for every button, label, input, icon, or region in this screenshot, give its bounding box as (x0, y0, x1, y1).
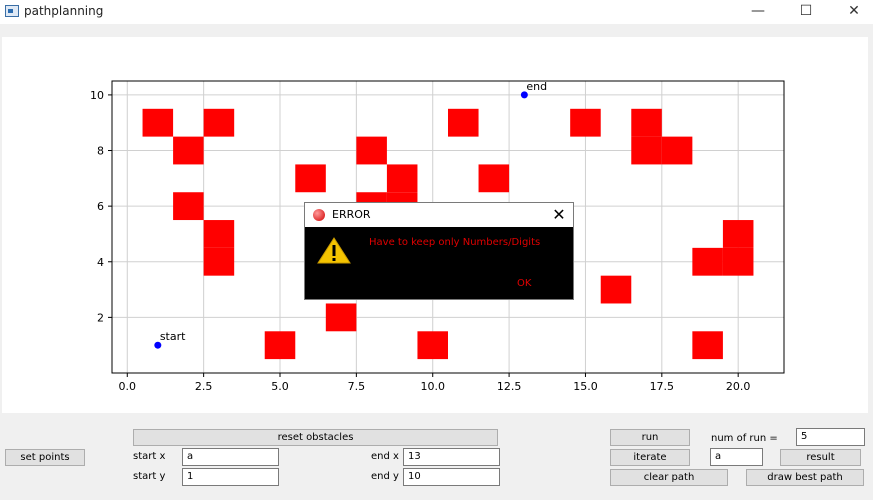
start-x-input[interactable]: a (182, 448, 279, 466)
start-label: start (160, 330, 186, 343)
obstacle-cell (264, 331, 296, 360)
y-tick-label: 8 (97, 145, 104, 158)
start-y-label: start y (133, 471, 166, 482)
start-x-label: start x (133, 451, 166, 462)
obstacle-cell (386, 164, 418, 193)
obstacle-cell (203, 220, 235, 248)
obstacle-cell (478, 164, 510, 193)
obstacle-cell (417, 331, 448, 360)
app-window-icon (5, 5, 19, 17)
x-tick-label: 17.5 (650, 380, 675, 393)
obstacle-cell (600, 275, 632, 304)
obstacle-cell (203, 108, 235, 137)
x-tick-label: 20.0 (726, 380, 751, 393)
y-tick-label: 4 (97, 256, 104, 269)
dialog-title-bar: ERROR ✕ (305, 203, 573, 227)
obstacle-cell (448, 108, 479, 137)
num-of-run-input[interactable]: 5 (796, 428, 865, 446)
obstacle-cell (692, 331, 723, 360)
obstacle-cell (173, 192, 204, 221)
y-tick-label: 2 (97, 311, 104, 324)
x-tick-label: 15.0 (573, 380, 598, 393)
start-y-input[interactable]: 1 (182, 468, 279, 486)
end-y-label: end y (371, 471, 399, 482)
title-bar: pathplanning — ☐ ✕ (0, 0, 873, 24)
iterate-button[interactable]: iterate (610, 449, 690, 466)
maximize-button[interactable]: ☐ (783, 0, 829, 24)
window-title: pathplanning (24, 4, 104, 18)
result-button[interactable]: result (780, 449, 861, 466)
x-tick-label: 12.5 (497, 380, 522, 393)
obstacle-cell (203, 247, 235, 276)
set-points-button[interactable]: set points (5, 449, 85, 466)
run-button[interactable]: run (610, 429, 690, 446)
warning-icon (317, 237, 351, 264)
obstacle-cell (722, 247, 754, 276)
num-of-run-label: num of run = (711, 433, 778, 444)
error-icon (313, 209, 325, 221)
x-tick-label: 2.5 (195, 380, 213, 393)
obstacle-cell (325, 303, 357, 332)
dialog-close-button[interactable]: ✕ (549, 205, 569, 225)
x-tick-label: 10.0 (420, 380, 445, 393)
obstacle-cell (142, 108, 174, 137)
y-tick-label: 6 (97, 200, 104, 213)
minimize-button[interactable]: — (735, 0, 781, 24)
end-x-label: end x (371, 451, 399, 462)
obstacle-cell (631, 136, 662, 165)
dialog-ok-button[interactable]: OK (517, 278, 531, 289)
end-x-input[interactable]: 13 (403, 448, 500, 466)
error-dialog: ERROR ✕ Have to keep only Numbers/Digits… (304, 202, 574, 300)
obstacle-cell (173, 136, 204, 165)
obstacle-cell (722, 220, 754, 248)
x-tick-label: 0.0 (119, 380, 137, 393)
obstacle-cell (356, 136, 387, 165)
draw-best-path-button[interactable]: draw best path (746, 469, 864, 486)
obstacle-cell (661, 136, 693, 165)
dialog-title: ERROR (332, 208, 371, 221)
clear-path-button[interactable]: clear path (610, 469, 728, 486)
dialog-message: Have to keep only Numbers/Digits (369, 237, 541, 248)
x-tick-label: 5.0 (271, 380, 289, 393)
iterate-input[interactable]: a (710, 448, 763, 466)
obstacle-cell (692, 247, 723, 276)
end-label: end (526, 80, 547, 93)
reset-obstacles-button[interactable]: reset obstacles (133, 429, 498, 446)
x-tick-label: 7.5 (348, 380, 366, 393)
close-window-button[interactable]: ✕ (831, 0, 873, 24)
y-tick-label: 10 (90, 89, 104, 102)
end-y-input[interactable]: 10 (403, 468, 500, 486)
obstacle-cell (631, 108, 662, 137)
obstacle-cell (295, 164, 326, 193)
obstacle-cell (570, 108, 601, 137)
